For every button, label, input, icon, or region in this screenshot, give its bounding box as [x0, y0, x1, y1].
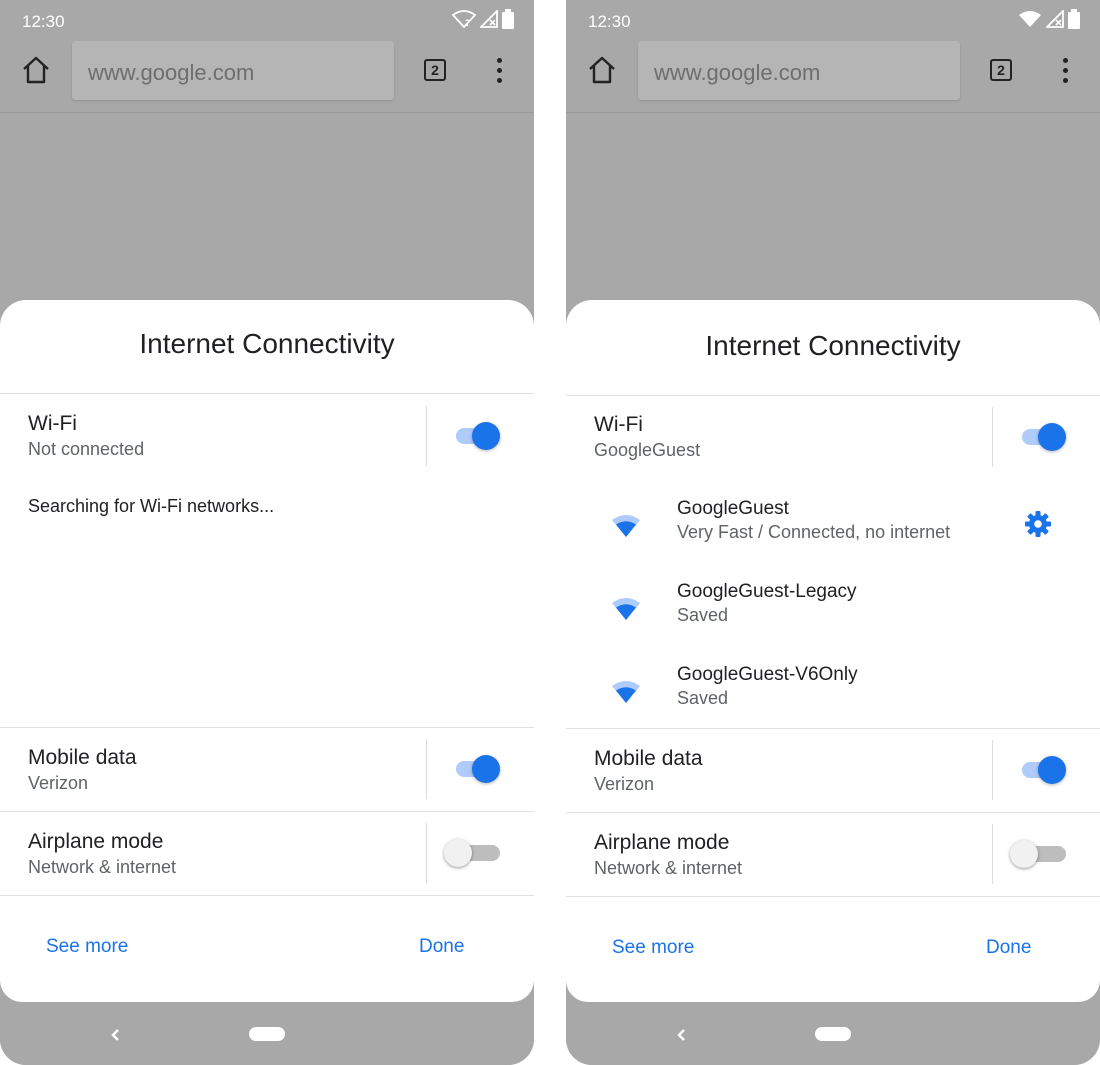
phone-screen-left: 12:30 ? www.google.com 2 Internet Connec… [0, 0, 534, 1065]
status-time: 12:30 [22, 12, 65, 31]
row-separator [992, 740, 993, 800]
back-icon[interactable] [673, 1024, 689, 1046]
browser-toolbar: www.google.com 2 [0, 40, 534, 113]
row-separator [992, 407, 993, 467]
wifi-no-internet-icon: ? [452, 10, 476, 28]
mobile-data-toggle[interactable] [456, 754, 500, 784]
network-name: GoogleGuest-V6Only [677, 664, 858, 685]
done-button[interactable]: Done [986, 937, 1031, 959]
network-item-googleguest-legacy[interactable]: GoogleGuest-Legacy Saved [566, 581, 1100, 641]
svg-text:?: ? [465, 19, 470, 28]
wifi-toggle[interactable] [1022, 422, 1066, 452]
battery-icon [502, 9, 514, 29]
network-status: Saved [677, 605, 729, 625]
connectivity-panel: Internet Connectivity Wi-Fi Not connecte… [0, 300, 534, 1002]
done-button[interactable]: Done [419, 936, 464, 958]
cell-signal-off-icon [480, 10, 498, 28]
row-separator [426, 406, 427, 466]
status-bar: 12:30 ? [0, 0, 534, 40]
see-more-button[interactable]: See more [612, 937, 694, 959]
airplane-mode-title: Airplane mode [594, 831, 730, 854]
mobile-data-toggle[interactable] [1022, 755, 1066, 785]
wifi-icon [612, 515, 640, 537]
panel-title: Internet Connectivity [139, 328, 395, 359]
back-icon[interactable] [107, 1024, 123, 1046]
home-icon [23, 56, 49, 84]
system-nav-bar [566, 1002, 1100, 1065]
divider [566, 395, 1100, 396]
url-bar[interactable]: www.google.com [638, 41, 960, 100]
divider [0, 811, 534, 812]
connectivity-panel: Internet Connectivity Wi-Fi GoogleGuest … [566, 300, 1100, 1002]
searching-text: Searching for Wi-Fi networks... [28, 496, 275, 516]
network-name: GoogleGuest-Legacy [677, 581, 857, 602]
wifi-toggle[interactable] [456, 421, 500, 451]
divider [0, 895, 534, 896]
mobile-data-title: Mobile data [594, 747, 703, 770]
url-text: www.google.com [654, 60, 821, 85]
wifi-icon [1019, 11, 1041, 27]
home-button[interactable] [20, 54, 52, 86]
status-icons: ? [452, 8, 514, 30]
overflow-menu-button[interactable] [1054, 54, 1076, 86]
wifi-title: Wi-Fi [594, 413, 643, 436]
tab-switcher-button[interactable]: 2 [990, 59, 1012, 81]
airplane-mode-title: Airplane mode [28, 830, 164, 853]
network-item-googleguest-v6only[interactable]: GoogleGuest-V6Only Saved [566, 664, 1100, 724]
home-button[interactable] [586, 54, 618, 86]
url-bar[interactable]: www.google.com [72, 41, 394, 100]
divider [0, 727, 534, 728]
cell-signal-off-icon [1046, 10, 1064, 28]
airplane-mode-subtitle: Network & internet [594, 858, 743, 878]
phone-screen-right: 12:30 www.google.com 2 Internet Connecti… [566, 0, 1100, 1065]
divider [566, 728, 1100, 729]
wifi-title: Wi-Fi [28, 412, 77, 435]
panel-title: Internet Connectivity [705, 330, 961, 361]
tab-switcher-button[interactable]: 2 [424, 59, 446, 81]
status-time: 12:30 [588, 12, 631, 31]
airplane-mode-toggle[interactable] [444, 838, 500, 868]
status-bar: 12:30 [566, 0, 1100, 40]
battery-icon [1068, 9, 1080, 29]
mobile-data-title: Mobile data [28, 746, 137, 769]
divider [0, 393, 534, 394]
airplane-mode-toggle[interactable] [1010, 839, 1066, 869]
network-item-googleguest[interactable]: GoogleGuest Very Fast / Connected, no in… [566, 498, 1100, 558]
network-status: Very Fast / Connected, no internet [677, 522, 951, 542]
status-icons [1018, 8, 1080, 30]
wifi-icon [612, 681, 640, 703]
gear-icon[interactable] [1022, 508, 1054, 540]
divider [566, 896, 1100, 897]
network-status: Saved [677, 688, 729, 708]
url-text: www.google.com [88, 60, 255, 85]
nav-home-pill[interactable] [249, 1027, 285, 1041]
airplane-mode-subtitle: Network & internet [28, 857, 177, 877]
see-more-button[interactable]: See more [46, 936, 128, 958]
network-name: GoogleGuest [677, 498, 789, 519]
row-separator [426, 823, 427, 883]
system-nav-bar [0, 1002, 534, 1065]
wifi-status: GoogleGuest [594, 440, 701, 460]
home-icon [589, 56, 615, 84]
nav-home-pill[interactable] [815, 1027, 851, 1041]
divider [566, 812, 1100, 813]
row-separator [992, 824, 993, 884]
wifi-status: Not connected [28, 439, 145, 459]
browser-toolbar: www.google.com 2 [566, 40, 1100, 113]
overflow-menu-button[interactable] [488, 54, 510, 86]
row-separator [426, 739, 427, 799]
wifi-icon [612, 598, 640, 620]
mobile-data-carrier: Verizon [594, 774, 655, 794]
mobile-data-carrier: Verizon [28, 773, 89, 793]
